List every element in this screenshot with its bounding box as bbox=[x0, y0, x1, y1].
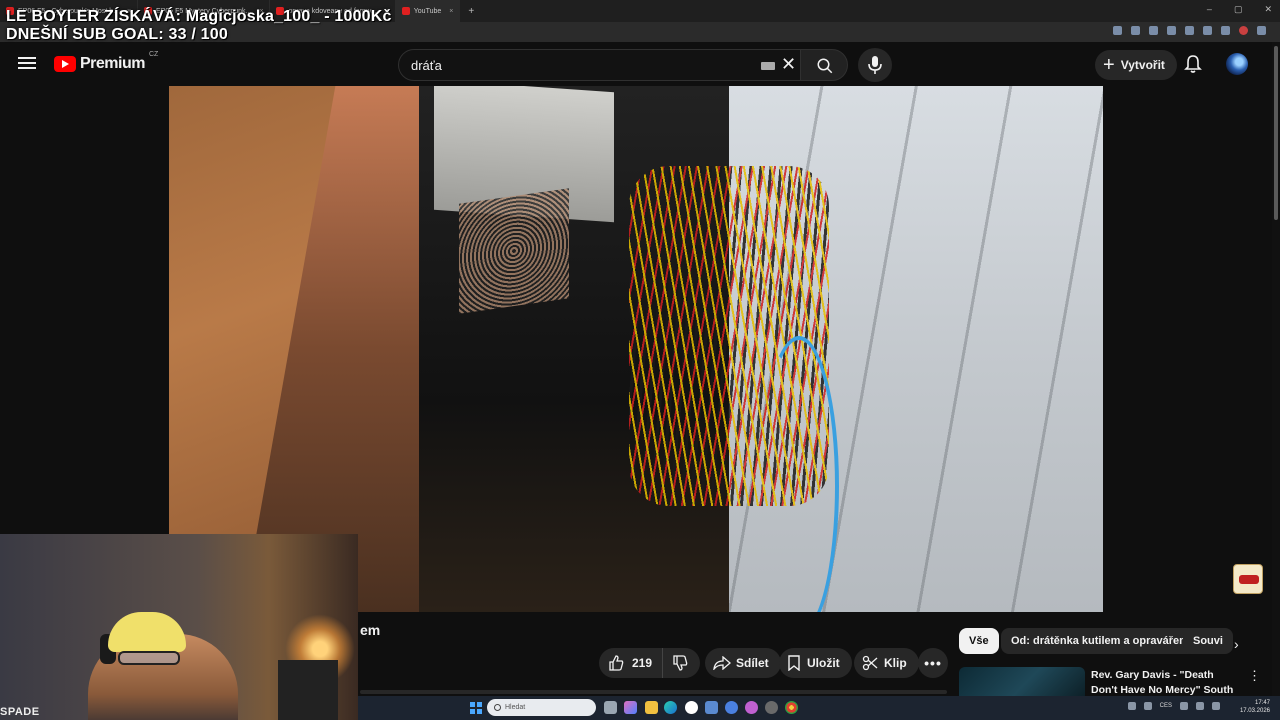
close-window-icon[interactable]: ✕ bbox=[1264, 4, 1272, 15]
browser-menu-icon[interactable] bbox=[1257, 26, 1266, 35]
keyboard-icon[interactable] bbox=[761, 62, 775, 70]
bell-icon bbox=[1184, 55, 1202, 73]
video-title: em bbox=[360, 622, 381, 638]
create-button[interactable]: + Vytvořit bbox=[1095, 50, 1177, 80]
windows-start-icon[interactable] bbox=[470, 702, 482, 714]
like-dislike-group: 219 bbox=[599, 648, 700, 678]
more-vert-icon[interactable]: ⋮ bbox=[1248, 668, 1261, 684]
mic-icon bbox=[868, 56, 882, 74]
youtube-logo[interactable]: Premium CZ bbox=[54, 51, 158, 73]
related-filter-chips: Vše Od: drátěnka kutilem a opravářem Sou… bbox=[958, 628, 1272, 656]
description-box-edge bbox=[360, 690, 947, 694]
plus-icon: + bbox=[1103, 54, 1115, 76]
bookmark-star-icon[interactable] bbox=[1149, 26, 1158, 35]
extension-icon[interactable] bbox=[1185, 26, 1194, 35]
chip-all[interactable]: Vše bbox=[959, 628, 999, 654]
page-scrollbar[interactable] bbox=[1272, 42, 1280, 696]
cast-icon[interactable] bbox=[1113, 26, 1122, 35]
youtube-favicon-icon bbox=[401, 7, 410, 15]
menu-icon[interactable] bbox=[17, 54, 37, 74]
battery-icon[interactable] bbox=[1212, 702, 1220, 710]
taskbar-clock[interactable]: 17:47 17.03.2026 bbox=[1240, 699, 1270, 715]
browser-tab-active[interactable]: YouTube × bbox=[395, 0, 461, 22]
zoom-icon[interactable] bbox=[1131, 26, 1140, 35]
search-button[interactable] bbox=[800, 49, 848, 81]
floating-badge[interactable] bbox=[1233, 564, 1263, 594]
video-frame-vent bbox=[459, 188, 569, 314]
share-button[interactable]: Sdílet bbox=[705, 648, 781, 678]
bookmark-icon bbox=[788, 655, 800, 671]
voice-search-button[interactable] bbox=[858, 48, 892, 82]
save-button[interactable]: Uložit bbox=[779, 648, 852, 678]
search-box[interactable]: dráťa ✕ bbox=[398, 49, 806, 81]
volume-icon[interactable] bbox=[1196, 702, 1204, 710]
webcam-cap bbox=[108, 612, 186, 652]
steam-icon[interactable] bbox=[705, 701, 718, 714]
wifi-icon[interactable] bbox=[1180, 702, 1188, 710]
like-count: 219 bbox=[632, 656, 653, 670]
scrollbar-thumb[interactable] bbox=[1274, 46, 1278, 220]
chrome-icon[interactable] bbox=[785, 701, 798, 714]
webcam-glasses bbox=[118, 651, 180, 665]
app-icon[interactable] bbox=[725, 701, 738, 714]
extension-icon[interactable] bbox=[1167, 26, 1176, 35]
thumbs-up-icon bbox=[609, 655, 624, 671]
file-explorer-icon[interactable] bbox=[645, 701, 658, 714]
clip-button[interactable]: Klip bbox=[854, 648, 919, 678]
chatgpt-icon[interactable] bbox=[685, 701, 698, 714]
share-icon bbox=[713, 656, 731, 670]
profile-icon[interactable] bbox=[1239, 26, 1248, 35]
extension-icon[interactable] bbox=[1221, 26, 1230, 35]
app-icon[interactable] bbox=[745, 701, 758, 714]
youtube-play-icon bbox=[54, 56, 76, 72]
search-input[interactable]: dráťa bbox=[411, 58, 442, 73]
mic-tray-icon[interactable] bbox=[1143, 702, 1152, 710]
widgets-icon[interactable] bbox=[624, 701, 637, 714]
chevron-up-icon[interactable] bbox=[1127, 702, 1136, 710]
window-controls: – ▢ ✕ bbox=[1207, 4, 1272, 15]
close-tab-icon[interactable]: × bbox=[449, 8, 453, 15]
avatar[interactable] bbox=[1226, 53, 1248, 75]
maximize-icon[interactable]: ▢ bbox=[1234, 4, 1243, 15]
webcam-shelf bbox=[278, 660, 338, 720]
extension-icons bbox=[1113, 26, 1266, 35]
extension-icon[interactable] bbox=[1203, 26, 1212, 35]
dislike-button[interactable] bbox=[663, 648, 688, 678]
scissors-icon bbox=[862, 655, 878, 671]
more-actions-button[interactable]: ••• bbox=[918, 648, 948, 678]
system-tray: CES bbox=[1127, 702, 1220, 710]
task-view-icon[interactable] bbox=[604, 701, 617, 714]
streamer-webcam: SPADE bbox=[0, 534, 358, 720]
notifications-button[interactable] bbox=[1184, 54, 1202, 79]
youtube-header: Premium CZ dráťa ✕ + Vytvořit bbox=[0, 42, 1280, 86]
edge-icon[interactable] bbox=[664, 701, 677, 714]
app-icon[interactable] bbox=[765, 701, 778, 714]
webcam-label: SPADE bbox=[0, 706, 40, 718]
chip-from-channel[interactable]: Od: drátěnka kutilem a opravářem bbox=[1001, 628, 1199, 654]
windows-taskbar: Hledat CES 17:47 17.03.2026 bbox=[358, 696, 1280, 720]
close-icon[interactable]: ✕ bbox=[781, 54, 796, 75]
stream-goal-overlay: LE BOYLER ZÍSKÁVÁ: Magicjoska_100_ - 100… bbox=[6, 8, 392, 44]
thumbs-down-icon bbox=[673, 655, 688, 671]
language-indicator[interactable]: CES bbox=[1160, 703, 1172, 709]
goal-text: LE BOYLER ZÍSKÁVÁ: Magicjoska_100_ - 100… bbox=[6, 8, 392, 25]
chip-related[interactable]: Souvi bbox=[1183, 628, 1233, 654]
like-button[interactable]: 219 bbox=[599, 648, 664, 678]
new-tab-button[interactable]: + bbox=[460, 6, 482, 17]
chevron-right-icon[interactable]: › bbox=[1234, 636, 1239, 652]
taskbar-search[interactable]: Hledat bbox=[487, 699, 596, 716]
sub-goal-text: DNEŠNÍ SUB GOAL: 33 / 100 bbox=[6, 26, 228, 43]
search-icon bbox=[817, 58, 833, 74]
minimize-icon[interactable]: – bbox=[1207, 4, 1212, 15]
